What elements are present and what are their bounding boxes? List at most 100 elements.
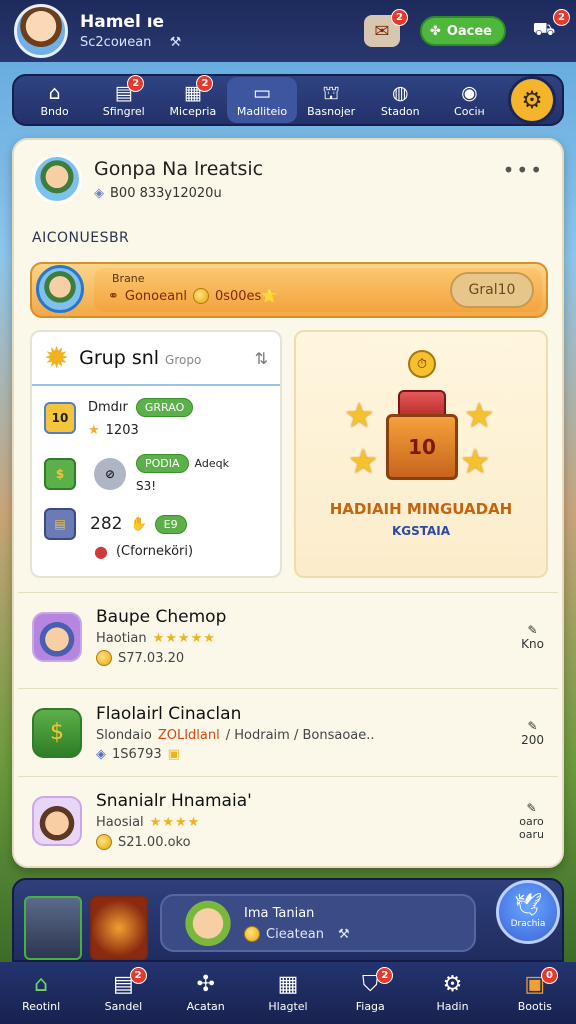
mail-badge: 2 — [390, 9, 408, 26]
board-icon: ▦ — [277, 972, 299, 997]
rating-stars: ★★★★★ — [152, 631, 216, 646]
pencil-icon: ✎ — [527, 622, 538, 637]
coin-icon — [96, 650, 112, 666]
bird-icon: 🕊 — [514, 893, 542, 918]
game-thumbnail[interactable] — [24, 896, 82, 960]
group-card-title: Grup snl — [79, 347, 160, 369]
nav-item-home[interactable]: ⌂ Bndo — [20, 77, 89, 123]
main-nav: ⌂ Bndo ▤ 2 Sfingrel ▦ 2 Micepria ▭ Madli… — [12, 74, 564, 126]
reward-line: ⚭ Gonoeanl 0s00es⭐ — [108, 288, 278, 304]
nav-badge: 2 — [196, 75, 214, 92]
bottom-nav-board[interactable]: ▦ Hlagtel — [247, 972, 329, 1014]
tag-icon: ▣ — [167, 746, 180, 762]
nav-item-notes[interactable]: ▦ 2 Micepria — [158, 75, 227, 123]
nav-badge: 2 — [129, 967, 147, 984]
house-icon: ⛫ — [322, 81, 340, 104]
timer-icon: ⏱ — [408, 350, 436, 378]
profile-bar: Ima Tanian Cieatean ⚒ 🕊 Drachia — [12, 878, 564, 962]
player-info: Hamel ıe Sс2соиеаn ⚒ — [80, 12, 181, 50]
home-icon: ⌂ — [48, 81, 61, 104]
bottom-nav-tasks[interactable]: ▤ 2 Sandel — [82, 967, 164, 1013]
swap-icon[interactable]: ⇅ — [255, 349, 268, 368]
group-subtitle: ◈ B00 833y12020u — [94, 185, 222, 201]
friend-name: Snanialr Hnamaia' — [96, 791, 252, 811]
card-row-3: ▤ 282 ✋ E9 — [44, 508, 187, 540]
card-row-4: ● (Cforneköri) — [94, 542, 194, 561]
weekly-reward-title: HADIAIH MINGUADAH — [329, 500, 513, 518]
pot-icon: ◍ — [391, 81, 409, 104]
nav-badge: 2 — [127, 75, 145, 92]
gear-icon: ⚙ — [521, 86, 543, 114]
bottom-nav-home[interactable]: ⌂ Reotinl — [0, 973, 82, 1014]
bird-button[interactable]: 🕊 Drachia — [496, 880, 560, 944]
nav-item-house[interactable]: ⛫ Basnojer — [297, 77, 366, 123]
treasure-chest-icon: 10 — [386, 414, 458, 480]
reward-bar: Brane ⚭ Gonoeanl 0s00es⭐ Gral10 — [30, 262, 548, 318]
row2-pill: PODIA — [136, 454, 189, 473]
bottom-nav-gear[interactable]: ⚙ Hadin — [411, 972, 493, 1014]
list-item[interactable]: $ Flaolairl Cinaclan Slondaio ZOLIdlanl … — [18, 688, 558, 776]
more-options-icon[interactable]: ••• — [503, 158, 544, 182]
swap-icon: ⚒ — [337, 926, 350, 942]
friend-name: Flaolairl Cinaclan — [96, 703, 242, 724]
claim-button[interactable]: Gral10 — [450, 272, 534, 308]
row3-pill: E9 — [154, 514, 187, 534]
list-item[interactable]: Baupe Chemop Haotian ★★★★★ S77.03.20 ✎ K… — [18, 592, 558, 680]
friend-action[interactable]: ✎ Kno — [521, 623, 544, 651]
friend-avatar — [32, 795, 82, 846]
section-label: AICONUESBR — [32, 230, 130, 246]
bottom-nav-puzzle[interactable]: ✣ Acatan — [165, 973, 247, 1014]
bottom-nav-bag[interactable]: ⛉ 2 Fiaga — [329, 967, 411, 1013]
group-card-header: ✹ Grup snl Gropo ⇅ — [32, 332, 280, 386]
list-item[interactable]: Snanialr Hnamaia' Haosial ★★★★ S21.00.ok… — [18, 776, 558, 864]
settings-button[interactable]: ⚙ — [507, 76, 556, 124]
group-header: Gonpa Na lreatsic ◈ B00 833y12020u — [32, 154, 263, 204]
nav-item-social[interactable]: ◉ Сосін — [435, 77, 504, 123]
seed-bag-icon: $ — [32, 707, 82, 758]
friend-name: Baupe Chemop — [96, 607, 227, 627]
shield-icon: ◈ — [96, 746, 106, 762]
player-avatar[interactable] — [14, 4, 68, 58]
pencil-icon: ✎ — [526, 800, 537, 815]
friend-action[interactable]: ✎ 200 — [521, 719, 544, 747]
gift-badge: 2 — [553, 9, 570, 26]
wrench-icon[interactable]: ⚒ — [170, 35, 182, 50]
top-bar: Hamel ıe Sс2соиеаn ⚒ ✉ 2 ✤ Оасее ⛟ 2 — [0, 0, 576, 62]
game-thumbnail[interactable] — [90, 896, 148, 960]
reward-avatar — [36, 265, 84, 313]
star-icon: ★ — [348, 442, 379, 482]
stone-icon: ⊘ — [94, 457, 126, 490]
profile-avatar — [180, 886, 236, 954]
rating-stars: ★★★★ — [149, 815, 201, 830]
nav-item-chat[interactable]: ▭ Madliteio — [227, 77, 297, 123]
player-name: Hamel ıe — [80, 12, 165, 32]
weekly-reward-card[interactable]: ⏱ ★ ★ ★ ★ 10 HADIAIH MINGUADAH KGSTAIA — [294, 330, 548, 578]
clover-label: Оасее — [446, 23, 492, 39]
group-title: Gonpa Na lreatsic — [94, 157, 264, 180]
coin-icon — [192, 288, 209, 304]
bottom-nav-shop[interactable]: ▣ 0 Bootis — [494, 967, 576, 1013]
gift-icon: ⛟ — [532, 19, 556, 40]
friend-action[interactable]: ✎ oaro oaru — [519, 801, 544, 841]
star-icon: ★ — [344, 396, 375, 436]
nav-badge: 0 — [540, 967, 558, 984]
pencil-icon: ✎ — [527, 718, 538, 733]
profile-card[interactable]: Ima Tanian Cieatean ⚒ — [160, 886, 476, 954]
gift-button[interactable]: ⛟ 2 — [526, 9, 570, 47]
group-card: ✹ Grup snl Gropo ⇅ 10 Dmdır GRRAO ★ 1203… — [30, 330, 282, 578]
nav-badge: 2 — [376, 967, 394, 984]
clover-button[interactable]: ✤ Оасее — [419, 16, 506, 46]
mail-button[interactable]: ✉ 2 — [363, 9, 408, 47]
group-avatar[interactable] — [32, 154, 82, 204]
nav-item-station[interactable]: ◍ Stadon — [366, 77, 435, 123]
reward-content: Brane ⚭ Gonoeanl 0s00es⭐ Gral10 — [94, 268, 542, 312]
friend-avatar — [32, 611, 82, 662]
group-card-tag: Gropo — [165, 353, 202, 367]
seed-bag-icon: $ — [44, 457, 76, 490]
player-subtitle: Sс2соиеаn ⚒ — [80, 35, 182, 50]
nav-item-tasks[interactable]: ▤ 2 Sfingrel — [89, 75, 158, 123]
card-row-2: $ ⊘ PODIA Adeqk S3! — [44, 454, 229, 493]
reward-coin-value: 0s00es⭐ — [214, 288, 278, 304]
gear-icon: ⚙ — [442, 972, 463, 997]
mail-icon: ✉ — [374, 20, 390, 42]
